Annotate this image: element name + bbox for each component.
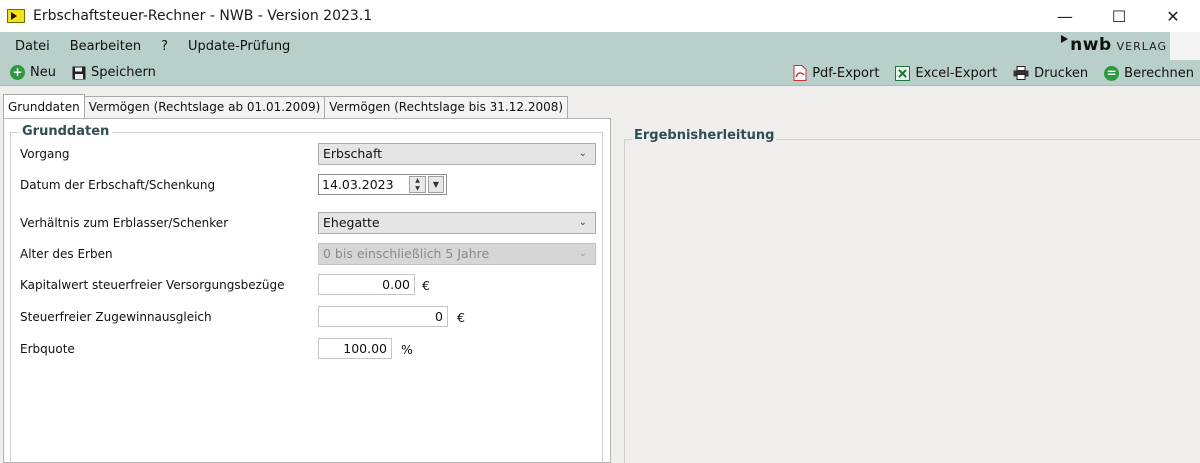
menu-update-pruefung[interactable]: Update-Prüfung: [178, 39, 300, 54]
erbquote-label: Erbquote: [20, 342, 75, 356]
brand-suffix: VERLAG: [1116, 40, 1167, 53]
calculate-button-label: Berechnen: [1124, 65, 1194, 81]
grunddaten-panel: Grunddaten Vorgang Erbschaft ⌄ Datum der…: [3, 118, 611, 463]
equals-icon: =: [1104, 65, 1120, 81]
datum-value: 14.03.2023: [322, 177, 394, 192]
save-button[interactable]: Speichern: [72, 65, 156, 80]
plus-icon: +: [10, 65, 25, 80]
window-title: Erbschaftsteuer-Rechner - NWB - Version …: [33, 8, 373, 24]
erbquote-input[interactable]: 100.00: [318, 338, 392, 359]
verhaeltnis-label: Verhältnis zum Erblasser/Schenker: [20, 216, 229, 230]
brand-logo: nwb VERLAG: [1061, 35, 1167, 55]
floppy-disk-icon: [72, 66, 86, 80]
main-content: Grunddaten Vermögen (Rechtslage ab 01.01…: [0, 86, 1200, 463]
print-button-label: Drucken: [1034, 65, 1089, 81]
vorgang-select[interactable]: Erbschaft ⌄: [318, 143, 596, 165]
save-button-label: Speichern: [90, 65, 156, 80]
tab-bar: Grunddaten Vermögen (Rechtslage ab 01.01…: [3, 94, 569, 118]
chevron-down-icon: ⌄: [578, 148, 587, 159]
zugewinn-label: Steuerfreier Zugewinnausgleich: [20, 310, 212, 324]
pdf-export-button[interactable]: Pdf-Export: [793, 65, 879, 81]
tab-vermoegen-bis-2008[interactable]: Vermögen (Rechtslage bis 31.12.2008): [324, 96, 569, 118]
calculate-button[interactable]: = Berechnen: [1104, 65, 1194, 81]
vorgang-value: Erbschaft: [323, 146, 383, 161]
menu-bearbeiten[interactable]: Bearbeiten: [60, 39, 151, 54]
zugewinn-unit: €: [457, 310, 465, 325]
chevron-down-icon: ⌄: [578, 217, 587, 228]
brand-arrow-icon: [1061, 35, 1069, 43]
print-button[interactable]: Drucken: [1013, 66, 1088, 81]
zugewinn-input[interactable]: 0: [318, 306, 448, 327]
maximize-button[interactable]: ☐: [1092, 0, 1146, 32]
results-title: Ergebnisherleitung: [632, 128, 777, 143]
excel-icon: [895, 65, 911, 81]
menu-bar-edge: [1170, 32, 1200, 60]
kapitalwert-input[interactable]: 0.00: [318, 274, 415, 295]
new-button[interactable]: + Neu: [10, 65, 56, 80]
date-spinner[interactable]: ▲ ▼: [409, 176, 426, 193]
alter-select: 0 bis einschließlich 5 Jahre ⌄: [318, 243, 596, 265]
group-title: Grunddaten: [19, 124, 113, 139]
verhaeltnis-select[interactable]: Ehegatte ⌄: [318, 212, 596, 234]
chevron-down-icon: ⌄: [578, 248, 587, 259]
results-group: [624, 139, 1200, 463]
tab-vermoegen-ab-2009[interactable]: Vermögen (Rechtslage ab 01.01.2009): [83, 96, 326, 118]
excel-export-button[interactable]: Excel-Export: [895, 65, 998, 81]
menu-datei[interactable]: Datei: [0, 39, 60, 54]
verhaeltnis-value: Ehegatte: [323, 215, 380, 230]
excel-export-label: Excel-Export: [915, 65, 998, 81]
brand-name: nwb: [1070, 35, 1112, 55]
pdf-export-label: Pdf-Export: [812, 65, 880, 81]
menu-bar: Datei Bearbeiten ? Update-Prüfung nwb VE…: [0, 32, 1200, 60]
pdf-icon: [793, 65, 807, 81]
printer-icon: [1013, 66, 1029, 80]
vorgang-label: Vorgang: [20, 147, 70, 161]
menu-help[interactable]: ?: [151, 39, 178, 54]
close-button[interactable]: ✕: [1146, 0, 1200, 32]
alter-label: Alter des Erben: [20, 247, 113, 261]
new-button-label: Neu: [30, 65, 56, 80]
results-panel: Ergebnisherleitung: [618, 118, 1200, 463]
erbquote-unit: %: [401, 342, 413, 357]
minimize-button[interactable]: —: [1038, 0, 1092, 32]
kapitalwert-unit: €: [422, 278, 430, 293]
tab-grunddaten[interactable]: Grunddaten: [3, 94, 85, 118]
datum-input[interactable]: 14.03.2023 ▲ ▼ ▼: [318, 174, 447, 195]
kapitalwert-label: Kapitalwert steuerfreier Versorgungsbezü…: [20, 278, 285, 292]
window-controls: — ☐ ✕: [1038, 0, 1200, 32]
title-bar: Erbschaftsteuer-Rechner - NWB - Version …: [0, 0, 1200, 32]
datum-label: Datum der Erbschaft/Schenkung: [20, 178, 216, 192]
alter-value: 0 bis einschließlich 5 Jahre: [323, 246, 490, 261]
toolbar: + Neu Speichern Pdf-Export Excel-Export: [0, 60, 1200, 86]
calendar-dropdown-icon[interactable]: ▼: [428, 176, 444, 193]
app-icon: [7, 9, 25, 23]
